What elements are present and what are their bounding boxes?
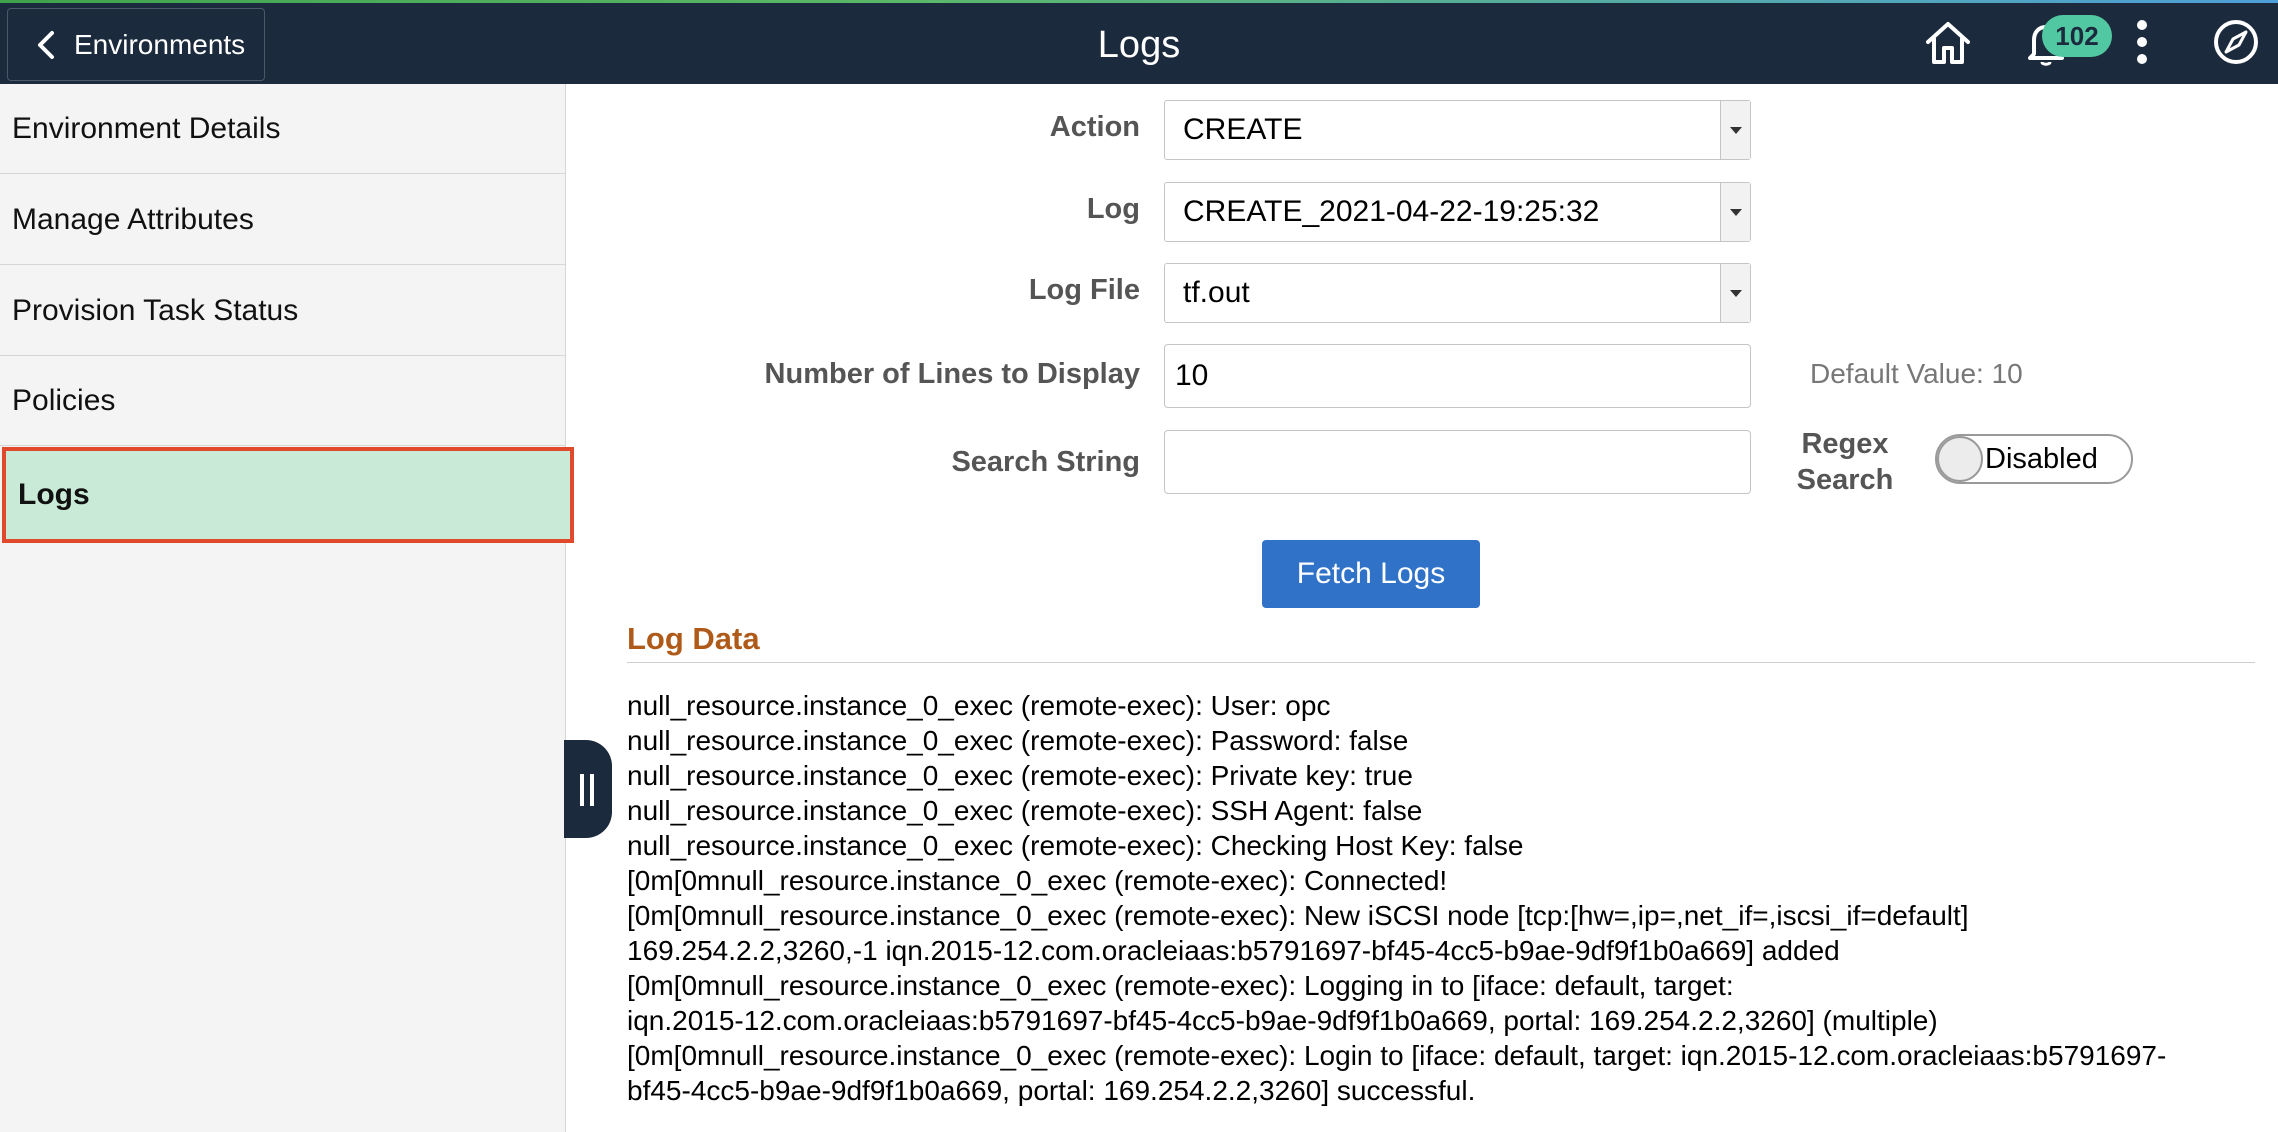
sidebar-item-environment-details[interactable]: Environment Details	[0, 84, 566, 174]
dropdown-arrow-icon[interactable]	[1720, 101, 1750, 159]
grip-icon	[590, 774, 594, 806]
search-string-input[interactable]	[1164, 430, 1751, 494]
log-data-heading: Log Data	[627, 621, 760, 656]
action-select-value: CREATE	[1183, 113, 1303, 146]
more-vertical-icon[interactable]	[2116, 16, 2168, 68]
notification-count-badge: 102	[2042, 15, 2112, 57]
action-select[interactable]: CREATE	[1164, 100, 1751, 160]
grip-icon	[580, 774, 584, 806]
top-header: Environments Logs 102	[0, 0, 2278, 84]
lines-to-display-input[interactable]: 10	[1164, 344, 1751, 408]
lines-default-hint: Default Value: 10	[1810, 358, 2023, 389]
sidebar-item-label: Environment Details	[12, 111, 281, 145]
toggle-knob	[1937, 436, 1983, 482]
fetch-logs-button[interactable]: Fetch Logs	[1262, 540, 1480, 608]
sidebar-item-manage-attributes[interactable]: Manage Attributes	[0, 175, 566, 265]
sidebar-item-label: Provision Task Status	[12, 293, 299, 327]
chevron-left-icon	[38, 30, 54, 59]
log-select[interactable]: CREATE_2021-04-22-19:25:32	[1164, 182, 1751, 242]
sidebar-item-provision-task-status[interactable]: Provision Task Status	[0, 266, 566, 356]
section-divider	[627, 662, 2255, 663]
back-to-environments-button[interactable]: Environments	[7, 8, 265, 81]
log-file-label: Log File	[1028, 274, 1140, 306]
log-select-value: CREATE_2021-04-22-19:25:32	[1183, 195, 1600, 228]
log-data-output: null_resource.instance_0_exec (remote-ex…	[627, 690, 2167, 1106]
sidebar-collapse-handle[interactable]	[564, 740, 612, 838]
log-file-select-value: tf.out	[1183, 276, 1250, 309]
dropdown-arrow-icon[interactable]	[1720, 183, 1750, 241]
sidebar-item-label: Policies	[12, 383, 116, 417]
sidebar-item-logs[interactable]: Logs	[2, 447, 574, 543]
regex-search-toggle[interactable]: Disabled	[1935, 434, 2133, 484]
regex-search-label: Regex Search	[1780, 426, 1910, 498]
sidebar-item-label: Logs	[18, 478, 90, 511]
sidebar-item-policies[interactable]: Policies	[0, 356, 566, 446]
regex-label-line2: Search	[1796, 464, 1894, 496]
action-label: Action	[1049, 111, 1140, 143]
lines-to-display-label: Number of Lines to Display	[764, 358, 1140, 390]
regex-toggle-state: Disabled	[1985, 443, 2098, 475]
log-label: Log	[1086, 193, 1140, 225]
home-icon[interactable]	[1922, 16, 1974, 68]
back-button-label: Environments	[74, 28, 246, 60]
dropdown-arrow-icon[interactable]	[1720, 264, 1750, 322]
compass-icon[interactable]	[2210, 16, 2262, 68]
sidebar-item-label: Manage Attributes	[12, 202, 254, 236]
header-accent-stripe	[0, 0, 2278, 3]
search-string-label: Search String	[951, 446, 1140, 478]
app-root: Environments Logs 102 Environment Detail…	[0, 0, 2278, 1132]
regex-label-line1: Regex	[1801, 428, 1889, 460]
log-file-select[interactable]: tf.out	[1164, 263, 1751, 323]
sidebar-nav: Environment Details Manage Attributes Pr…	[0, 84, 574, 1132]
